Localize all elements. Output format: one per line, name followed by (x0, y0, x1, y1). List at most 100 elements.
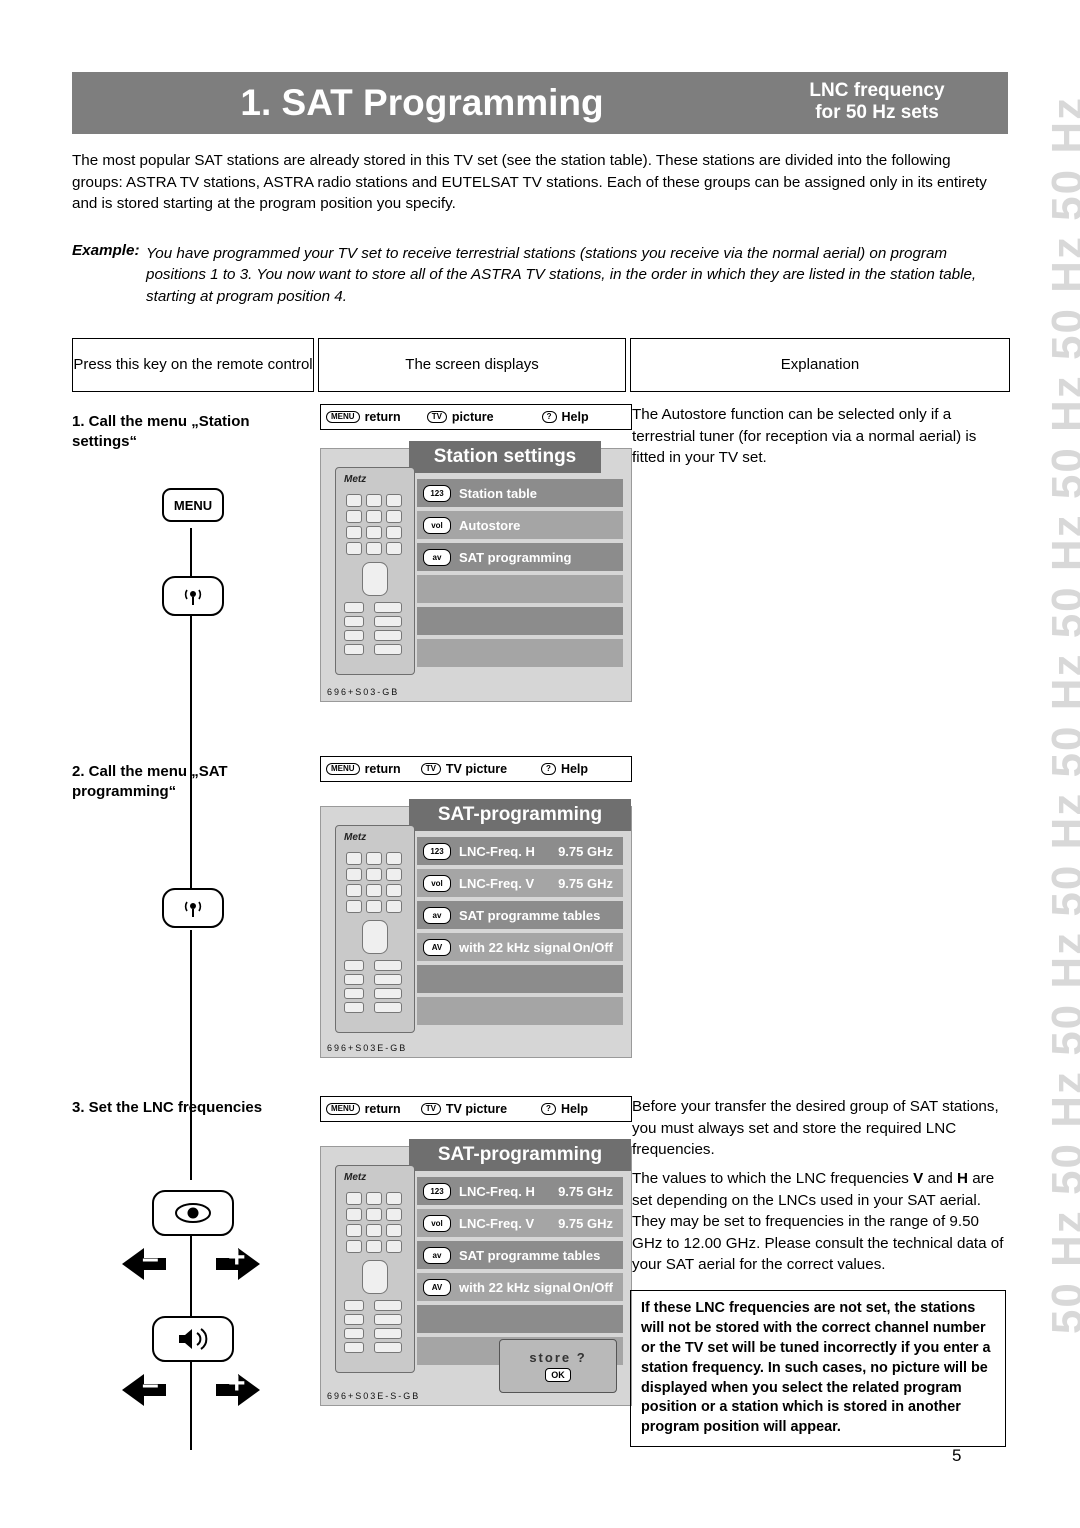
step-1-label: 1. Call the menu „Station settings“ (72, 413, 250, 451)
row-icon-av2: AV (423, 938, 451, 956)
tv-pill-icon: TV (426, 410, 447, 424)
osd-help-label-1: Help (561, 410, 589, 424)
row-label: LNC-Freq. H (459, 843, 535, 859)
store-button[interactable]: store ? OK (499, 1339, 617, 1393)
lnc-h-label: H (957, 1170, 969, 1187)
screen-3-row-blank-1 (417, 1305, 623, 1333)
screen-1-row-blank-3 (417, 639, 623, 667)
row-label: SAT programming (459, 549, 572, 565)
row-icon-av: av (423, 548, 451, 566)
row-label: with 22 kHz signal (459, 1279, 571, 1295)
sat-key-2[interactable] (162, 888, 224, 928)
row-label: SAT programme tables (459, 907, 601, 923)
row-label: with 22 kHz signal (459, 939, 571, 955)
sat-programming-screen-2: SAT-programming Metz 123 LNC-Freq. H 9.7… (320, 1139, 632, 1406)
row-label: LNC-Freq. H (459, 1183, 535, 1199)
warning-box: If these LNC frequencies are not set, th… (630, 1290, 1006, 1448)
header-subtitle: LNC frequency for 50 Hz sets (762, 76, 992, 132)
screen-2-code: 696+S03E-GB (327, 1043, 408, 1053)
intro-paragraph: The most popular SAT stations are alread… (72, 152, 987, 213)
screen-panel-2: MENU return TV TV picture ? Help SAT-pro… (320, 756, 632, 1058)
menu-key[interactable]: MENU (162, 488, 224, 522)
screen-2-row-0[interactable]: 123 LNC-Freq. H 9.75 GHz (417, 837, 623, 865)
minus-label-2: – (142, 1368, 159, 1401)
picture-key[interactable] (152, 1190, 234, 1236)
row-label: Autostore (459, 517, 521, 533)
menu-pill-icon: MENU (326, 1102, 360, 1116)
menu-key-label: MENU (173, 497, 213, 513)
help-pill-icon: ? (541, 762, 556, 776)
screen-3-row-1[interactable]: vol LNC-Freq. V 9.75 GHz (417, 1209, 623, 1237)
column-header-screen: The screen displays (318, 338, 626, 392)
row-icon-numeric: 123 (423, 484, 451, 502)
osd-bar-1: MENU return TV picture ? Help (320, 404, 632, 430)
row-icon-av2: AV (423, 1278, 451, 1296)
menu-pill-icon: MENU (326, 410, 360, 424)
osd-picture-label-1: picture (451, 410, 494, 424)
row-label: Station table (459, 485, 538, 501)
row-icon-numeric: 123 (423, 1182, 451, 1200)
minus-label-1: – (142, 1242, 159, 1275)
plus-label-2: + (228, 1367, 246, 1400)
column-header-explanation: Explanation (630, 338, 1010, 392)
tv-pill-icon: TV (420, 762, 441, 776)
help-pill-icon: ? (541, 410, 557, 424)
sound-icon (179, 1328, 208, 1350)
screen-2-row-blank-2 (417, 997, 623, 1025)
osd-picture-label-3: TV picture (445, 1102, 508, 1116)
screen-panel-1: MENU return TV picture ? Help Station se… (320, 404, 632, 704)
row-value: 9.75 GHz (558, 843, 613, 859)
screen-2-row-blank-1 (417, 965, 623, 993)
osd-bar-3: MENU return TV TV picture ? Help (320, 1096, 632, 1122)
brand-logo: Metz (344, 474, 367, 485)
side-vertical-band: 50 Hz 50 Hz 50 Hz 50 Hz 50 Hz 50 Hz 50 H… (1008, 60, 1080, 1420)
row-icon-volume: vol (423, 1214, 451, 1232)
screen-3-row-0[interactable]: 123 LNC-Freq. H 9.75 GHz (417, 1177, 623, 1205)
screen-1-row-0[interactable]: 123 Station table (417, 479, 623, 507)
help-pill-icon: ? (541, 1102, 556, 1116)
osd-bar-2: MENU return TV TV picture ? Help (320, 756, 632, 782)
brand-logo: Metz (344, 832, 367, 843)
row-icon-av: av (423, 1246, 451, 1264)
osd-help-label-2: Help (560, 762, 589, 776)
explanation-step-3b: The values to which the LNC frequencies … (632, 1168, 1004, 1276)
sat-key-1[interactable] (162, 576, 224, 616)
satellite-dish-icon (184, 901, 202, 917)
explanation-3b-mid: and (923, 1170, 958, 1187)
sat-programming-screen-1: SAT-programming Metz 123 LNC-Freq. H 9.7… (320, 799, 632, 1058)
plus-label-1: + (228, 1241, 246, 1274)
sound-key[interactable] (152, 1316, 234, 1362)
osd-picture-label-2: TV picture (445, 762, 508, 776)
row-icon-av: av (423, 906, 451, 924)
screen-3-row-2[interactable]: av SAT programme tables (417, 1241, 623, 1269)
row-label: LNC-Freq. V (459, 875, 535, 891)
row-icon-numeric: 123 (423, 842, 451, 860)
row-value: 9.75 GHz (558, 1215, 613, 1231)
header-subtitle-line1: LNC frequency (809, 80, 945, 101)
page-number: 5 (952, 1446, 962, 1465)
screen-panel-3: MENU return TV TV picture ? Help SAT-pro… (320, 1096, 632, 1406)
mini-remote-1: Metz (335, 467, 415, 675)
screen-2-row-1[interactable]: vol LNC-Freq. V 9.75 GHz (417, 869, 623, 897)
sound-adjust-cross: – + (120, 1358, 262, 1422)
screen-2-row-3[interactable]: AV with 22 kHz signal On/Off (417, 933, 623, 961)
tv-pill-icon: TV (420, 1102, 441, 1116)
satellite-dish-icon (184, 589, 202, 605)
screen-1-row-1[interactable]: vol Autostore (417, 511, 623, 539)
row-label: SAT programme tables (459, 1247, 601, 1263)
screen-3-title: SAT-programming (409, 1139, 631, 1171)
mini-remote-3: Metz (335, 1165, 415, 1373)
row-value: On/Off (572, 939, 613, 955)
screen-1-row-2[interactable]: av SAT programming (417, 543, 623, 571)
eye-icon (175, 1203, 211, 1223)
row-value: On/Off (572, 1279, 613, 1295)
screen-1-code: 696+S03-GB (327, 687, 400, 697)
flow-line-2 (190, 930, 192, 1180)
screen-2-row-2[interactable]: av SAT programme tables (417, 901, 623, 929)
picture-adjust-cross: – + (120, 1232, 262, 1296)
screen-3-row-3[interactable]: AV with 22 kHz signal On/Off (417, 1273, 623, 1301)
example-paragraph: Example: You have programmed your TV set… (72, 240, 1002, 307)
side-band-text: 50 Hz 50 Hz 50 Hz 50 Hz 50 Hz 50 Hz 50 H… (1043, 95, 1080, 1335)
mini-remote-2: Metz (335, 825, 415, 1033)
store-ok-key: OK (545, 1368, 571, 1382)
